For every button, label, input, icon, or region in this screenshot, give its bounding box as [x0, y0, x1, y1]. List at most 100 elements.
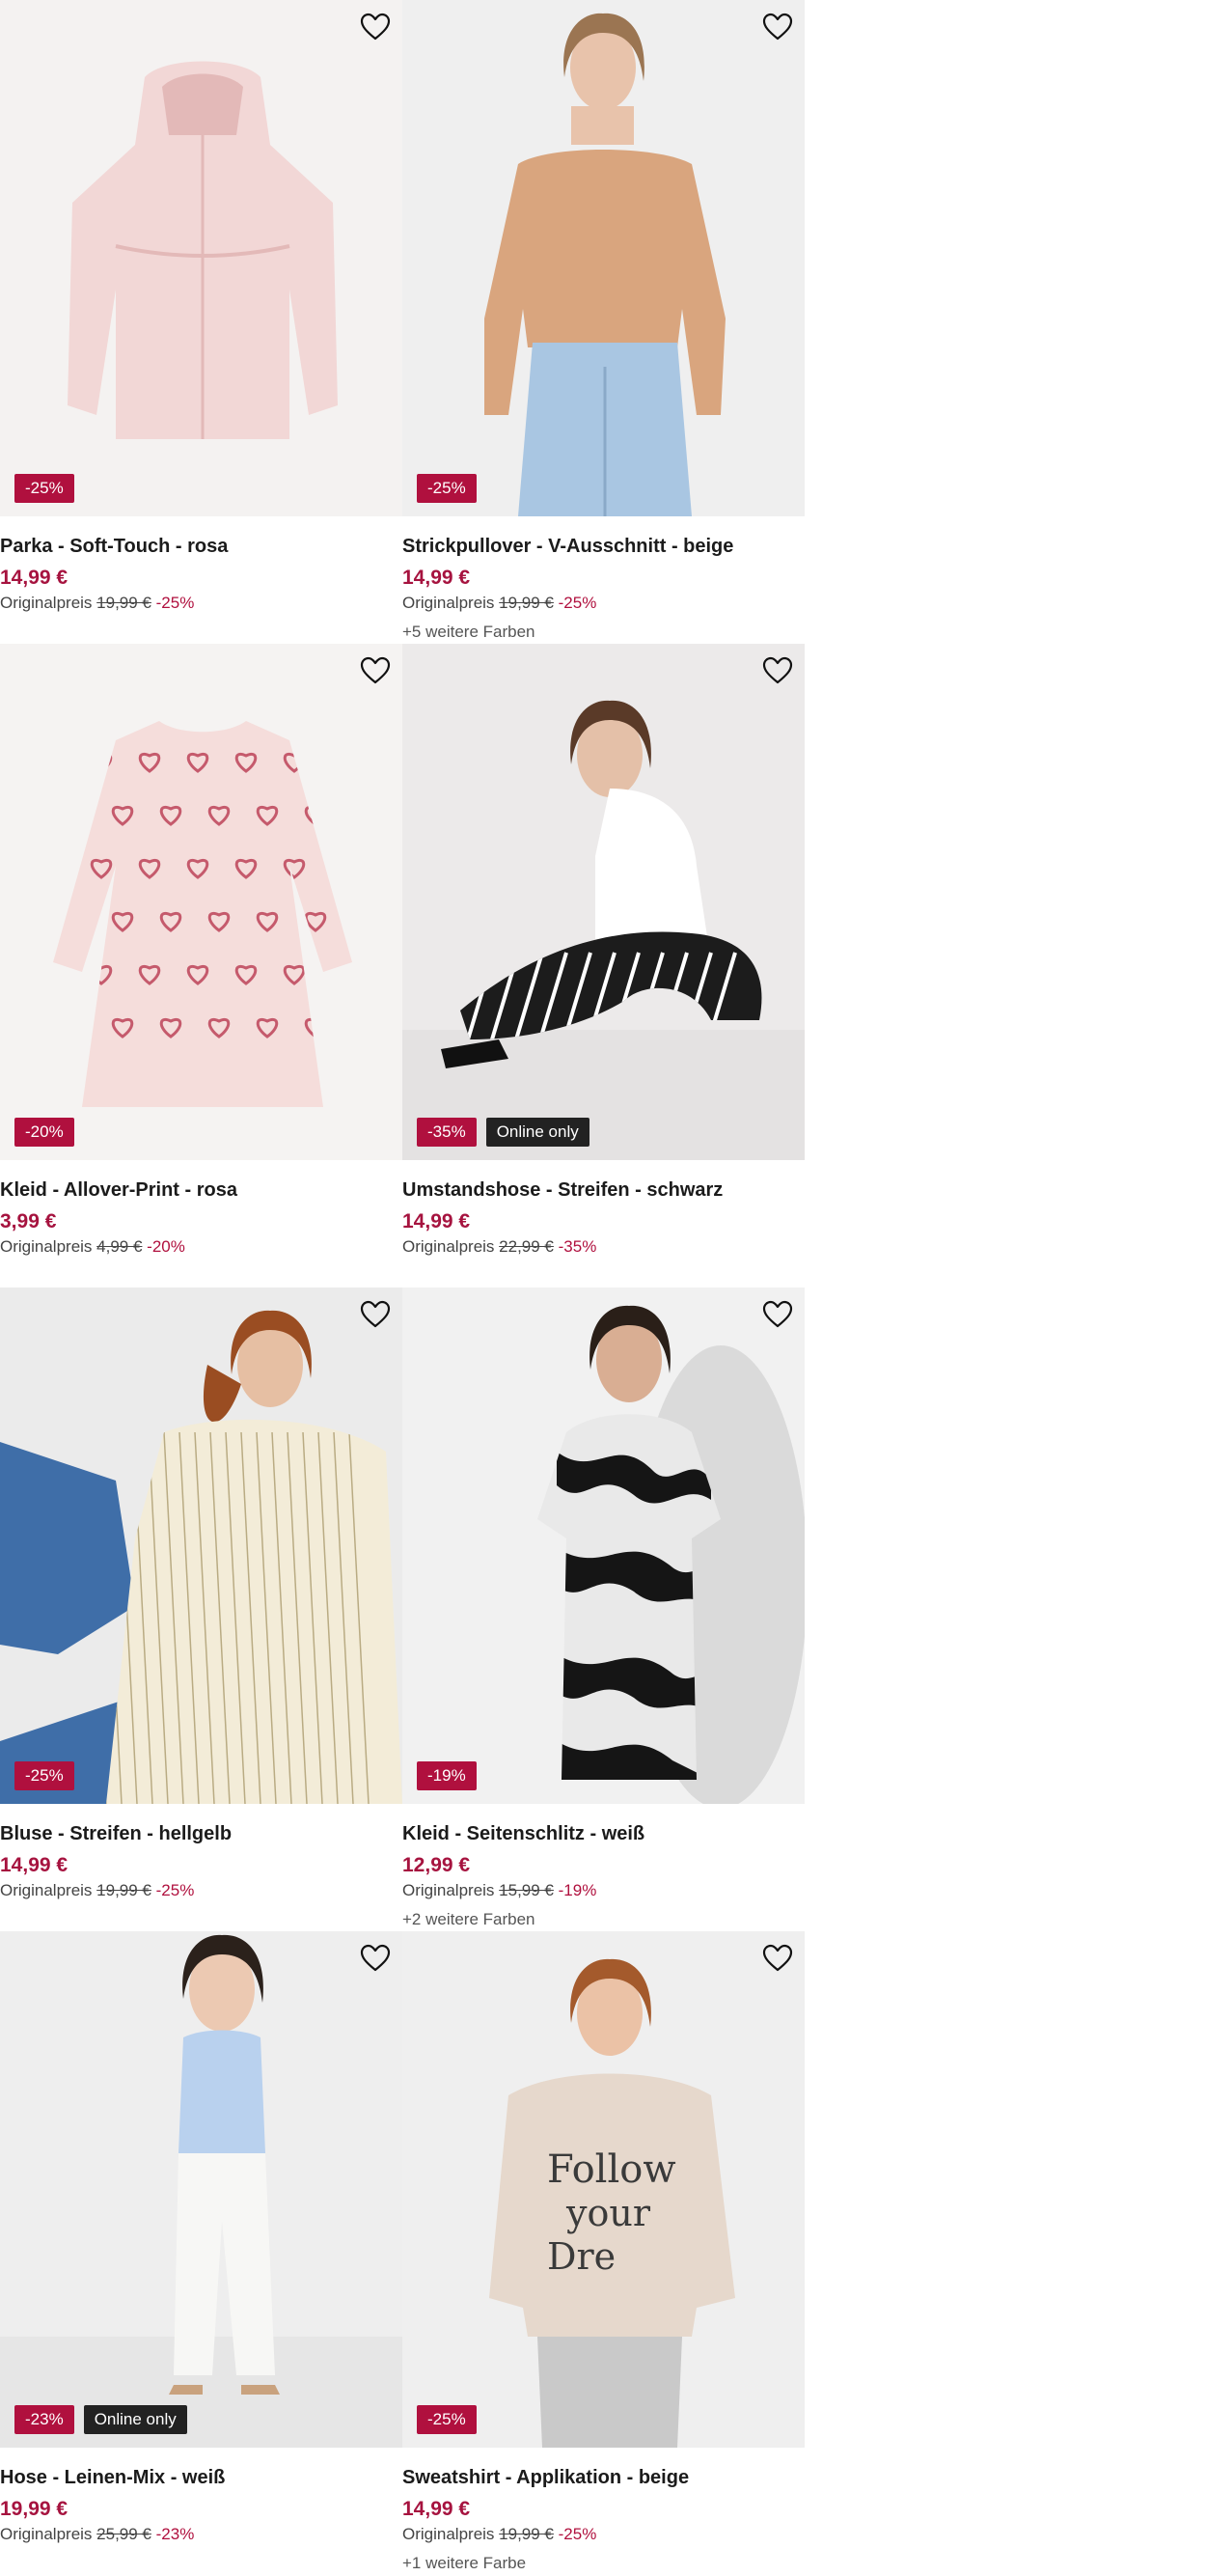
product-card[interactable]: -23% Online only Hose - Leinen-Mix - weiß…	[0, 1931, 402, 2575]
product-title[interactable]: Kleid - Allover-Print - rosa	[0, 1177, 402, 1204]
original-price-label: Originalpreis	[402, 2525, 495, 2543]
product-image[interactable]: -20%	[0, 644, 402, 1160]
product-info: Strickpullover - V-Ausschnitt - beige 14…	[402, 516, 805, 643]
product-image[interactable]: -25%	[402, 0, 805, 516]
product-info: Sweatshirt - Applikation - beige 14,99 €…	[402, 2448, 805, 2574]
product-image[interactable]: Follow your Dre -25%	[402, 1931, 805, 2448]
product-photo	[402, 644, 805, 1160]
original-price-line: Originalpreis 19,99 € -25%	[402, 2524, 805, 2545]
badge-group: -25%	[14, 474, 74, 503]
original-price-label: Originalpreis	[0, 2525, 93, 2543]
product-grid: -25% Parka - Soft-Touch - rosa 14,99 € O…	[0, 0, 805, 2575]
badge-group: -25%	[417, 2405, 477, 2434]
product-title[interactable]: Bluse - Streifen - hellgelb	[0, 1820, 402, 1847]
discount-badge: -35%	[417, 1118, 477, 1147]
badge-group: -35% Online only	[417, 1118, 589, 1147]
wishlist-heart-icon[interactable]	[760, 1297, 795, 1332]
wishlist-heart-icon[interactable]	[760, 653, 795, 688]
discount-badge: -23%	[14, 2405, 74, 2434]
product-photo	[402, 1288, 805, 1804]
original-price-label: Originalpreis	[402, 1881, 495, 1899]
product-photo	[0, 0, 402, 516]
discount-percent: -19%	[558, 1881, 597, 1899]
product-image[interactable]: -25%	[0, 1288, 402, 1804]
product-title[interactable]: Hose - Leinen-Mix - weiß	[0, 2464, 402, 2491]
product-title[interactable]: Parka - Soft-Touch - rosa	[0, 533, 402, 560]
wishlist-heart-icon[interactable]	[358, 1297, 393, 1332]
svg-text:Follow: Follow	[547, 2147, 676, 2192]
product-info: Kleid - Seitenschlitz - weiß 12,99 € Ori…	[402, 1804, 805, 1930]
product-price: 14,99 €	[0, 567, 69, 589]
more-colors-link[interactable]: +2 weitere Farben	[402, 1909, 805, 1930]
product-price: 12,99 €	[402, 1854, 471, 1876]
svg-text:your: your	[565, 2192, 651, 2234]
product-image[interactable]: -35% Online only	[402, 644, 805, 1160]
product-info: Hose - Leinen-Mix - weiß 19,99 € Origina…	[0, 2448, 402, 2545]
original-price: 4,99 €	[96, 1237, 143, 1256]
product-price: 3,99 €	[0, 1210, 57, 1233]
product-image[interactable]: -25%	[0, 0, 402, 516]
original-price-label: Originalpreis	[0, 1237, 93, 1256]
product-card[interactable]: -25% Strickpullover - V-Ausschnitt - bei…	[402, 0, 805, 644]
product-photo	[0, 644, 402, 1160]
product-card[interactable]: -35% Online only Umstandshose - Streifen …	[402, 644, 805, 1288]
discount-badge: -25%	[14, 474, 74, 503]
badge-group: -25%	[417, 474, 477, 503]
original-price-label: Originalpreis	[0, 1881, 93, 1899]
product-title[interactable]: Kleid - Seitenschlitz - weiß	[402, 1820, 805, 1847]
product-photo	[0, 1931, 402, 2448]
product-info: Kleid - Allover-Print - rosa 3,99 € Orig…	[0, 1160, 402, 1258]
product-price: 14,99 €	[0, 1854, 69, 1876]
product-image[interactable]: -23% Online only	[0, 1931, 402, 2448]
product-photo: Follow your Dre	[402, 1931, 805, 2448]
discount-badge: -25%	[14, 1761, 74, 1790]
more-colors-link[interactable]: +5 weitere Farben	[402, 622, 805, 643]
original-price-line: Originalpreis 22,99 € -35%	[402, 1236, 805, 1258]
svg-text:Dre: Dre	[547, 2235, 616, 2278]
product-info: Parka - Soft-Touch - rosa 14,99 € Origin…	[0, 516, 402, 614]
product-card[interactable]: -20% Kleid - Allover-Print - rosa 3,99 €…	[0, 644, 402, 1288]
product-info: Bluse - Streifen - hellgelb 14,99 € Orig…	[0, 1804, 402, 1901]
discount-percent: -35%	[558, 1237, 597, 1256]
discount-percent: -25%	[155, 1881, 195, 1899]
discount-badge: -20%	[14, 1118, 74, 1147]
original-price-label: Originalpreis	[402, 1237, 495, 1256]
product-card[interactable]: -19% Kleid - Seitenschlitz - weiß 12,99 …	[402, 1288, 805, 1931]
original-price-label: Originalpreis	[402, 594, 495, 612]
discount-percent: -23%	[155, 2525, 195, 2543]
wishlist-heart-icon[interactable]	[358, 1941, 393, 1976]
original-price-label: Originalpreis	[0, 594, 93, 612]
wishlist-heart-icon[interactable]	[760, 10, 795, 44]
original-price: 25,99 €	[96, 2525, 151, 2543]
product-price: 14,99 €	[402, 567, 471, 589]
original-price-line: Originalpreis 19,99 € -25%	[402, 593, 805, 614]
discount-badge: -25%	[417, 2405, 477, 2434]
original-price-line: Originalpreis 19,99 € -25%	[0, 1880, 402, 1901]
wishlist-heart-icon[interactable]	[760, 1941, 795, 1976]
wishlist-heart-icon[interactable]	[358, 653, 393, 688]
product-photo	[402, 0, 805, 516]
product-card[interactable]: -25% Bluse - Streifen - hellgelb 14,99 €…	[0, 1288, 402, 1931]
product-title[interactable]: Sweatshirt - Applikation - beige	[402, 2464, 805, 2491]
badge-group: -19%	[417, 1761, 477, 1790]
wishlist-heart-icon[interactable]	[358, 10, 393, 44]
original-price-line: Originalpreis 19,99 € -25%	[0, 593, 402, 614]
product-image[interactable]: -19%	[402, 1288, 805, 1804]
product-card[interactable]: Follow your Dre -25% Sweatshirt - Applik…	[402, 1931, 805, 2575]
discount-percent: -20%	[147, 1237, 185, 1256]
discount-percent: -25%	[155, 594, 195, 612]
product-title[interactable]: Umstandshose - Streifen - schwarz	[402, 1177, 805, 1204]
product-price: 14,99 €	[402, 1210, 471, 1233]
original-price: 19,99 €	[96, 1881, 151, 1899]
more-colors-link[interactable]: +1 weitere Farbe	[402, 2553, 805, 2574]
discount-percent: -25%	[558, 594, 597, 612]
product-title[interactable]: Strickpullover - V-Ausschnitt - beige	[402, 533, 805, 560]
discount-percent: -25%	[558, 2525, 597, 2543]
product-card[interactable]: -25% Parka - Soft-Touch - rosa 14,99 € O…	[0, 0, 402, 644]
badge-group: -20%	[14, 1118, 74, 1147]
original-price: 19,99 €	[96, 594, 151, 612]
original-price: 19,99 €	[499, 2525, 554, 2543]
product-photo	[0, 1288, 402, 1804]
badge-group: -25%	[14, 1761, 74, 1790]
discount-badge: -19%	[417, 1761, 477, 1790]
